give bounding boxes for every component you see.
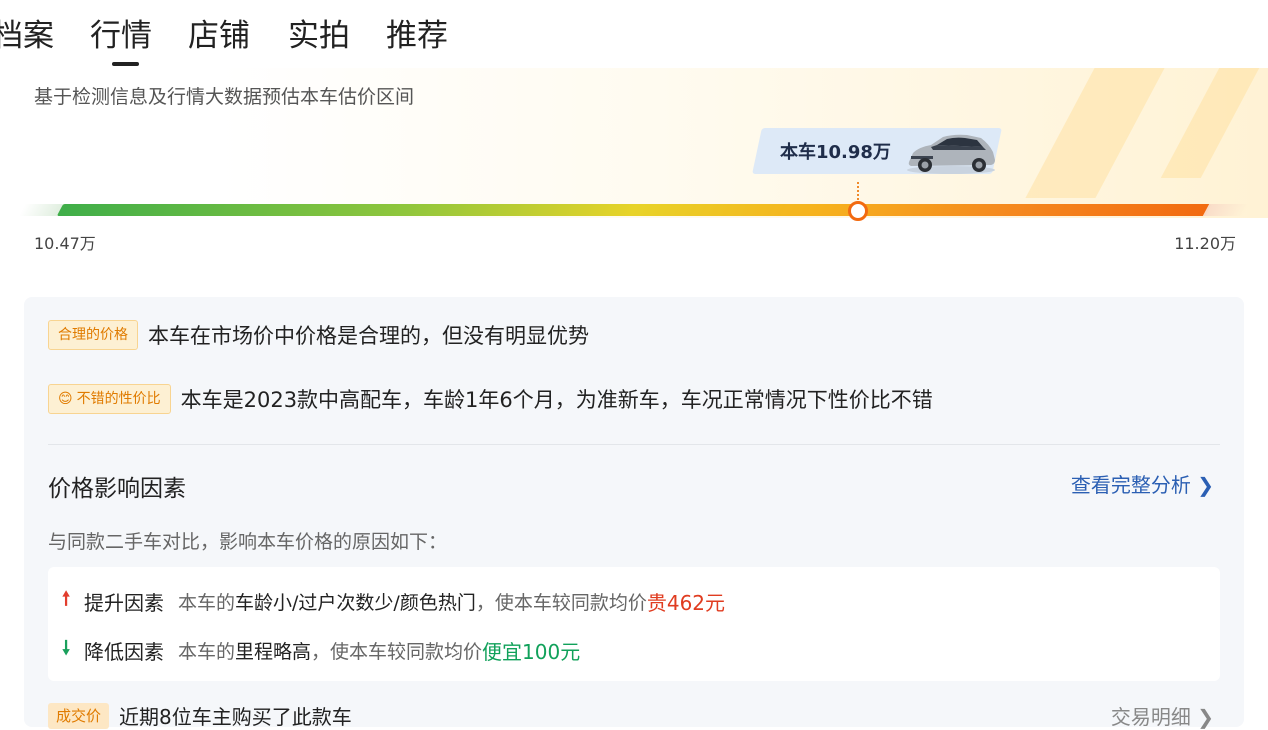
factor-price-down: 便宜100元	[482, 639, 581, 664]
price-analysis-card: 合理的价格 本车在市场价中价格是合理的，但没有明显优势 😊 不错的性价比 本车是2…	[24, 297, 1244, 730]
assessment-row-value: 😊 不错的性价比 本车是2023款中高配车，车龄1年6个月，为准新车，车况正常情况…	[48, 384, 933, 414]
tab-archive[interactable]: 档案	[0, 14, 54, 58]
factor-label: 提升因素	[84, 590, 164, 615]
arrow-up-icon: 🠕	[62, 588, 71, 610]
car-icon	[907, 134, 995, 174]
price-pointer-line	[857, 182, 859, 200]
transaction-text: 近期8位车主购买了此款车	[119, 705, 352, 729]
estimate-subtitle: 基于检测信息及行情大数据预估本车估价区间	[34, 86, 415, 108]
factor-price-up: 贵462元	[646, 590, 726, 615]
factors-title: 价格影响因素	[48, 476, 186, 502]
factor-keywords: 车龄小/过户次数少/颜色热门	[235, 591, 476, 614]
tab-store[interactable]: 店铺	[188, 14, 250, 58]
tab-recommend[interactable]: 推荐	[386, 14, 448, 58]
factor-text-prefix: 本车的	[178, 591, 236, 614]
min-price-label: 10.47万	[34, 234, 96, 253]
factor-keywords: 里程略高	[235, 640, 312, 663]
factors-description: 与同款二手车对比，影响本车价格的原因如下：	[48, 531, 448, 553]
current-price-label: 本车10.98万	[780, 142, 891, 163]
assessment-text: 本车是2023款中高配车，车龄1年6个月，为准新车，车况正常情况下性价比不错	[180, 388, 933, 412]
current-price-marker	[848, 201, 868, 221]
price-estimate-section: 基于检测信息及行情大数据预估本车估价区间 本车10.98万 10.47万 11.…	[0, 68, 1268, 268]
price-range-bar	[56, 204, 1212, 216]
reasonable-price-badge: 合理的价格	[48, 320, 138, 350]
factor-text-prefix: 本车的	[178, 640, 236, 663]
assessment-row-price: 合理的价格 本车在市场价中价格是合理的，但没有明显优势	[48, 320, 589, 350]
divider	[48, 444, 1220, 445]
assessment-text: 本车在市场价中价格是合理的，但没有明显优势	[148, 324, 589, 348]
factor-row-down: 🠗 降低因素 本车的 里程略高 ，使本车较同款均价 便宜100元	[62, 634, 580, 666]
bar-right-fade	[1202, 204, 1250, 216]
factor-label: 降低因素	[84, 639, 164, 664]
deal-price-badge: 成交价	[48, 702, 110, 729]
smile-icon: 😊	[58, 391, 73, 407]
transaction-details-link[interactable]: 交易明细 ❯	[1111, 701, 1214, 730]
factor-row-up: 🠕 提升因素 本车的 车龄小/过户次数少/颜色热门 ，使本车较同款均价 贵462…	[62, 585, 725, 617]
good-value-badge-label: 不错的性价比	[76, 391, 161, 407]
good-value-badge: 😊 不错的性价比	[48, 384, 171, 414]
view-full-analysis-link[interactable]: 查看完整分析 ❯	[1071, 469, 1214, 498]
factors-box: 🠕 提升因素 本车的 车龄小/过户次数少/颜色热门 ，使本车较同款均价 贵462…	[48, 567, 1220, 681]
factor-text-suffix: ，使本车较同款均价	[475, 591, 647, 614]
transaction-row: 成交价 近期8位车主购买了此款车	[48, 701, 352, 730]
tab-photos[interactable]: 实拍	[288, 14, 350, 58]
factor-text-suffix: ，使本车较同款均价	[311, 640, 483, 663]
max-price-label: 11.20万	[1174, 234, 1236, 253]
arrow-down-icon: 🠗	[62, 637, 71, 659]
tab-market[interactable]: 行情	[90, 14, 152, 66]
